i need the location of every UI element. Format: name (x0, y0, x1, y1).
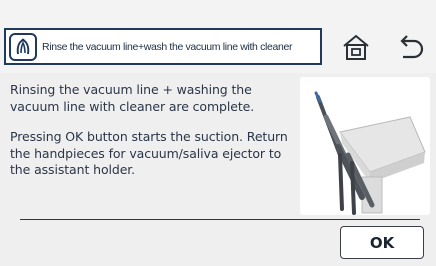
home-button[interactable] (338, 30, 374, 64)
header-bar: Rinse the vacuum line+wash the vacuum li… (0, 0, 436, 78)
page-title-box: Rinse the vacuum line+wash the vacuum li… (4, 28, 322, 65)
page-title: Rinse the vacuum line+wash the vacuum li… (42, 40, 293, 53)
assistant-holder-handpieces-image (300, 77, 430, 215)
message-line-instruction: Pressing OK button starts the suction. R… (10, 129, 288, 177)
message-text: Rinsing the vacuum line + washing the va… (10, 82, 295, 179)
message-line-complete: Rinsing the vacuum line + washing the va… (10, 82, 255, 114)
ok-button[interactable]: OK (340, 226, 424, 259)
vacuum-handpiece-icon (9, 32, 37, 61)
back-button[interactable] (392, 28, 430, 66)
divider (20, 219, 420, 220)
screen: Rinse the vacuum line+wash the vacuum li… (0, 0, 436, 266)
back-arrow-icon (400, 35, 424, 59)
home-icon (343, 34, 369, 60)
